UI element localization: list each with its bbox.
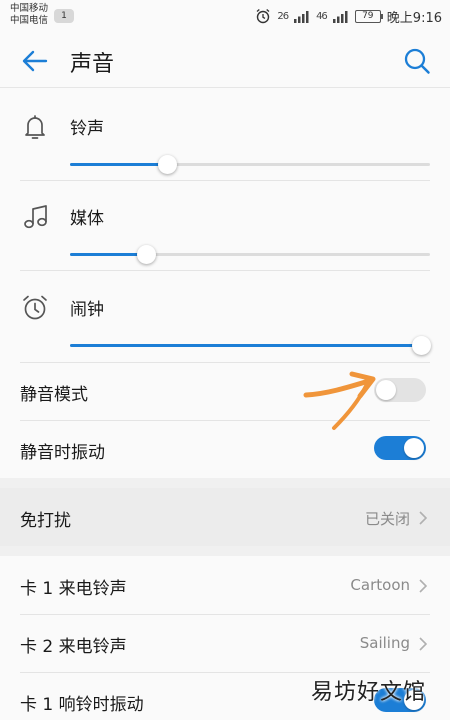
chevron-right-icon bbox=[419, 637, 428, 651]
sim1-vibrate-label: 卡 1 响铃时振动 bbox=[20, 695, 144, 715]
notification-badge: 1 bbox=[54, 9, 74, 23]
status-bar: 中国移动 中国电信 1 26 46 79 晚上9:16 bbox=[0, 0, 450, 34]
signal-bars-icon bbox=[332, 10, 348, 23]
sim2-ringtone-row[interactable]: 卡 2 来电铃声 Sailing bbox=[0, 614, 450, 672]
media-volume-row: 媒体 bbox=[0, 182, 450, 272]
bell-icon bbox=[25, 115, 45, 139]
slider-thumb[interactable] bbox=[136, 245, 156, 264]
back-arrow-icon[interactable] bbox=[18, 45, 52, 77]
sim2-ringtone-value: Sailing bbox=[359, 634, 410, 652]
vibrate-when-silent-switch[interactable] bbox=[374, 436, 426, 460]
carrier-1: 中国移动 bbox=[10, 3, 49, 14]
switch-knob bbox=[404, 438, 424, 458]
music-note-icon bbox=[24, 205, 47, 229]
ringtone-volume-slider[interactable] bbox=[70, 155, 430, 175]
vibrate-when-silent-label: 静音时振动 bbox=[20, 443, 105, 463]
section-gap bbox=[0, 478, 450, 488]
do-not-disturb-row[interactable]: 免打扰 已关闭 bbox=[0, 488, 450, 546]
search-icon[interactable] bbox=[402, 46, 432, 76]
silent-mode-row[interactable]: 静音模式 bbox=[0, 362, 450, 420]
alarm-volume-slider[interactable] bbox=[70, 336, 431, 356]
switch-knob bbox=[376, 380, 396, 400]
signal-2-label: 46 bbox=[316, 10, 328, 22]
slider-fill bbox=[70, 344, 430, 347]
slider-fill bbox=[70, 253, 146, 256]
slider-thumb[interactable] bbox=[158, 155, 178, 174]
watermark: 易坊好文馆 bbox=[310, 680, 426, 705]
carrier-info: 中国移动 中国电信 bbox=[10, 3, 48, 27]
sim2-ringtone-label: 卡 2 来电铃声 bbox=[20, 637, 127, 657]
chevron-right-icon bbox=[419, 579, 428, 593]
media-label: 媒体 bbox=[70, 209, 104, 229]
signal-bars-icon bbox=[294, 10, 309, 23]
app-bar: 声音 bbox=[0, 34, 450, 88]
sim1-ringtone-row[interactable]: 卡 1 来电铃声 Cartoon bbox=[0, 556, 450, 614]
carrier-2: 中国电信 bbox=[10, 15, 49, 26]
clock: 晚上9:16 bbox=[386, 10, 442, 26]
sim1-ringtone-value: Cartoon bbox=[350, 576, 410, 594]
alarm-clock-icon bbox=[256, 9, 270, 24]
alarm-volume-row: 闹钟 bbox=[0, 273, 450, 363]
battery-icon: 79 bbox=[354, 9, 383, 23]
do-not-disturb-value: 已关闭 bbox=[364, 510, 410, 528]
divider bbox=[20, 180, 430, 181]
silent-mode-switch[interactable] bbox=[374, 378, 426, 402]
slider-fill bbox=[70, 163, 168, 166]
alarm-label: 闹钟 bbox=[70, 300, 104, 320]
slider-thumb[interactable] bbox=[412, 336, 431, 355]
section-gap bbox=[0, 546, 450, 556]
silent-mode-label: 静音模式 bbox=[20, 385, 88, 405]
ringtone-label: 铃声 bbox=[70, 119, 104, 139]
signal-1-label: 26 bbox=[277, 10, 289, 22]
status-icons: 26 46 79 晚上9:16 bbox=[255, 7, 442, 26]
divider bbox=[20, 270, 430, 271]
media-volume-slider[interactable] bbox=[70, 245, 430, 265]
do-not-disturb-label: 免打扰 bbox=[20, 511, 71, 531]
page-title: 声音 bbox=[70, 52, 115, 77]
vibrate-when-silent-row[interactable]: 静音时振动 bbox=[0, 420, 450, 478]
chevron-right-icon bbox=[419, 511, 428, 525]
ringtone-volume-row: 铃声 bbox=[0, 92, 450, 182]
sim1-ringtone-label: 卡 1 来电铃声 bbox=[20, 579, 127, 599]
alarm-clock-icon bbox=[23, 295, 47, 320]
